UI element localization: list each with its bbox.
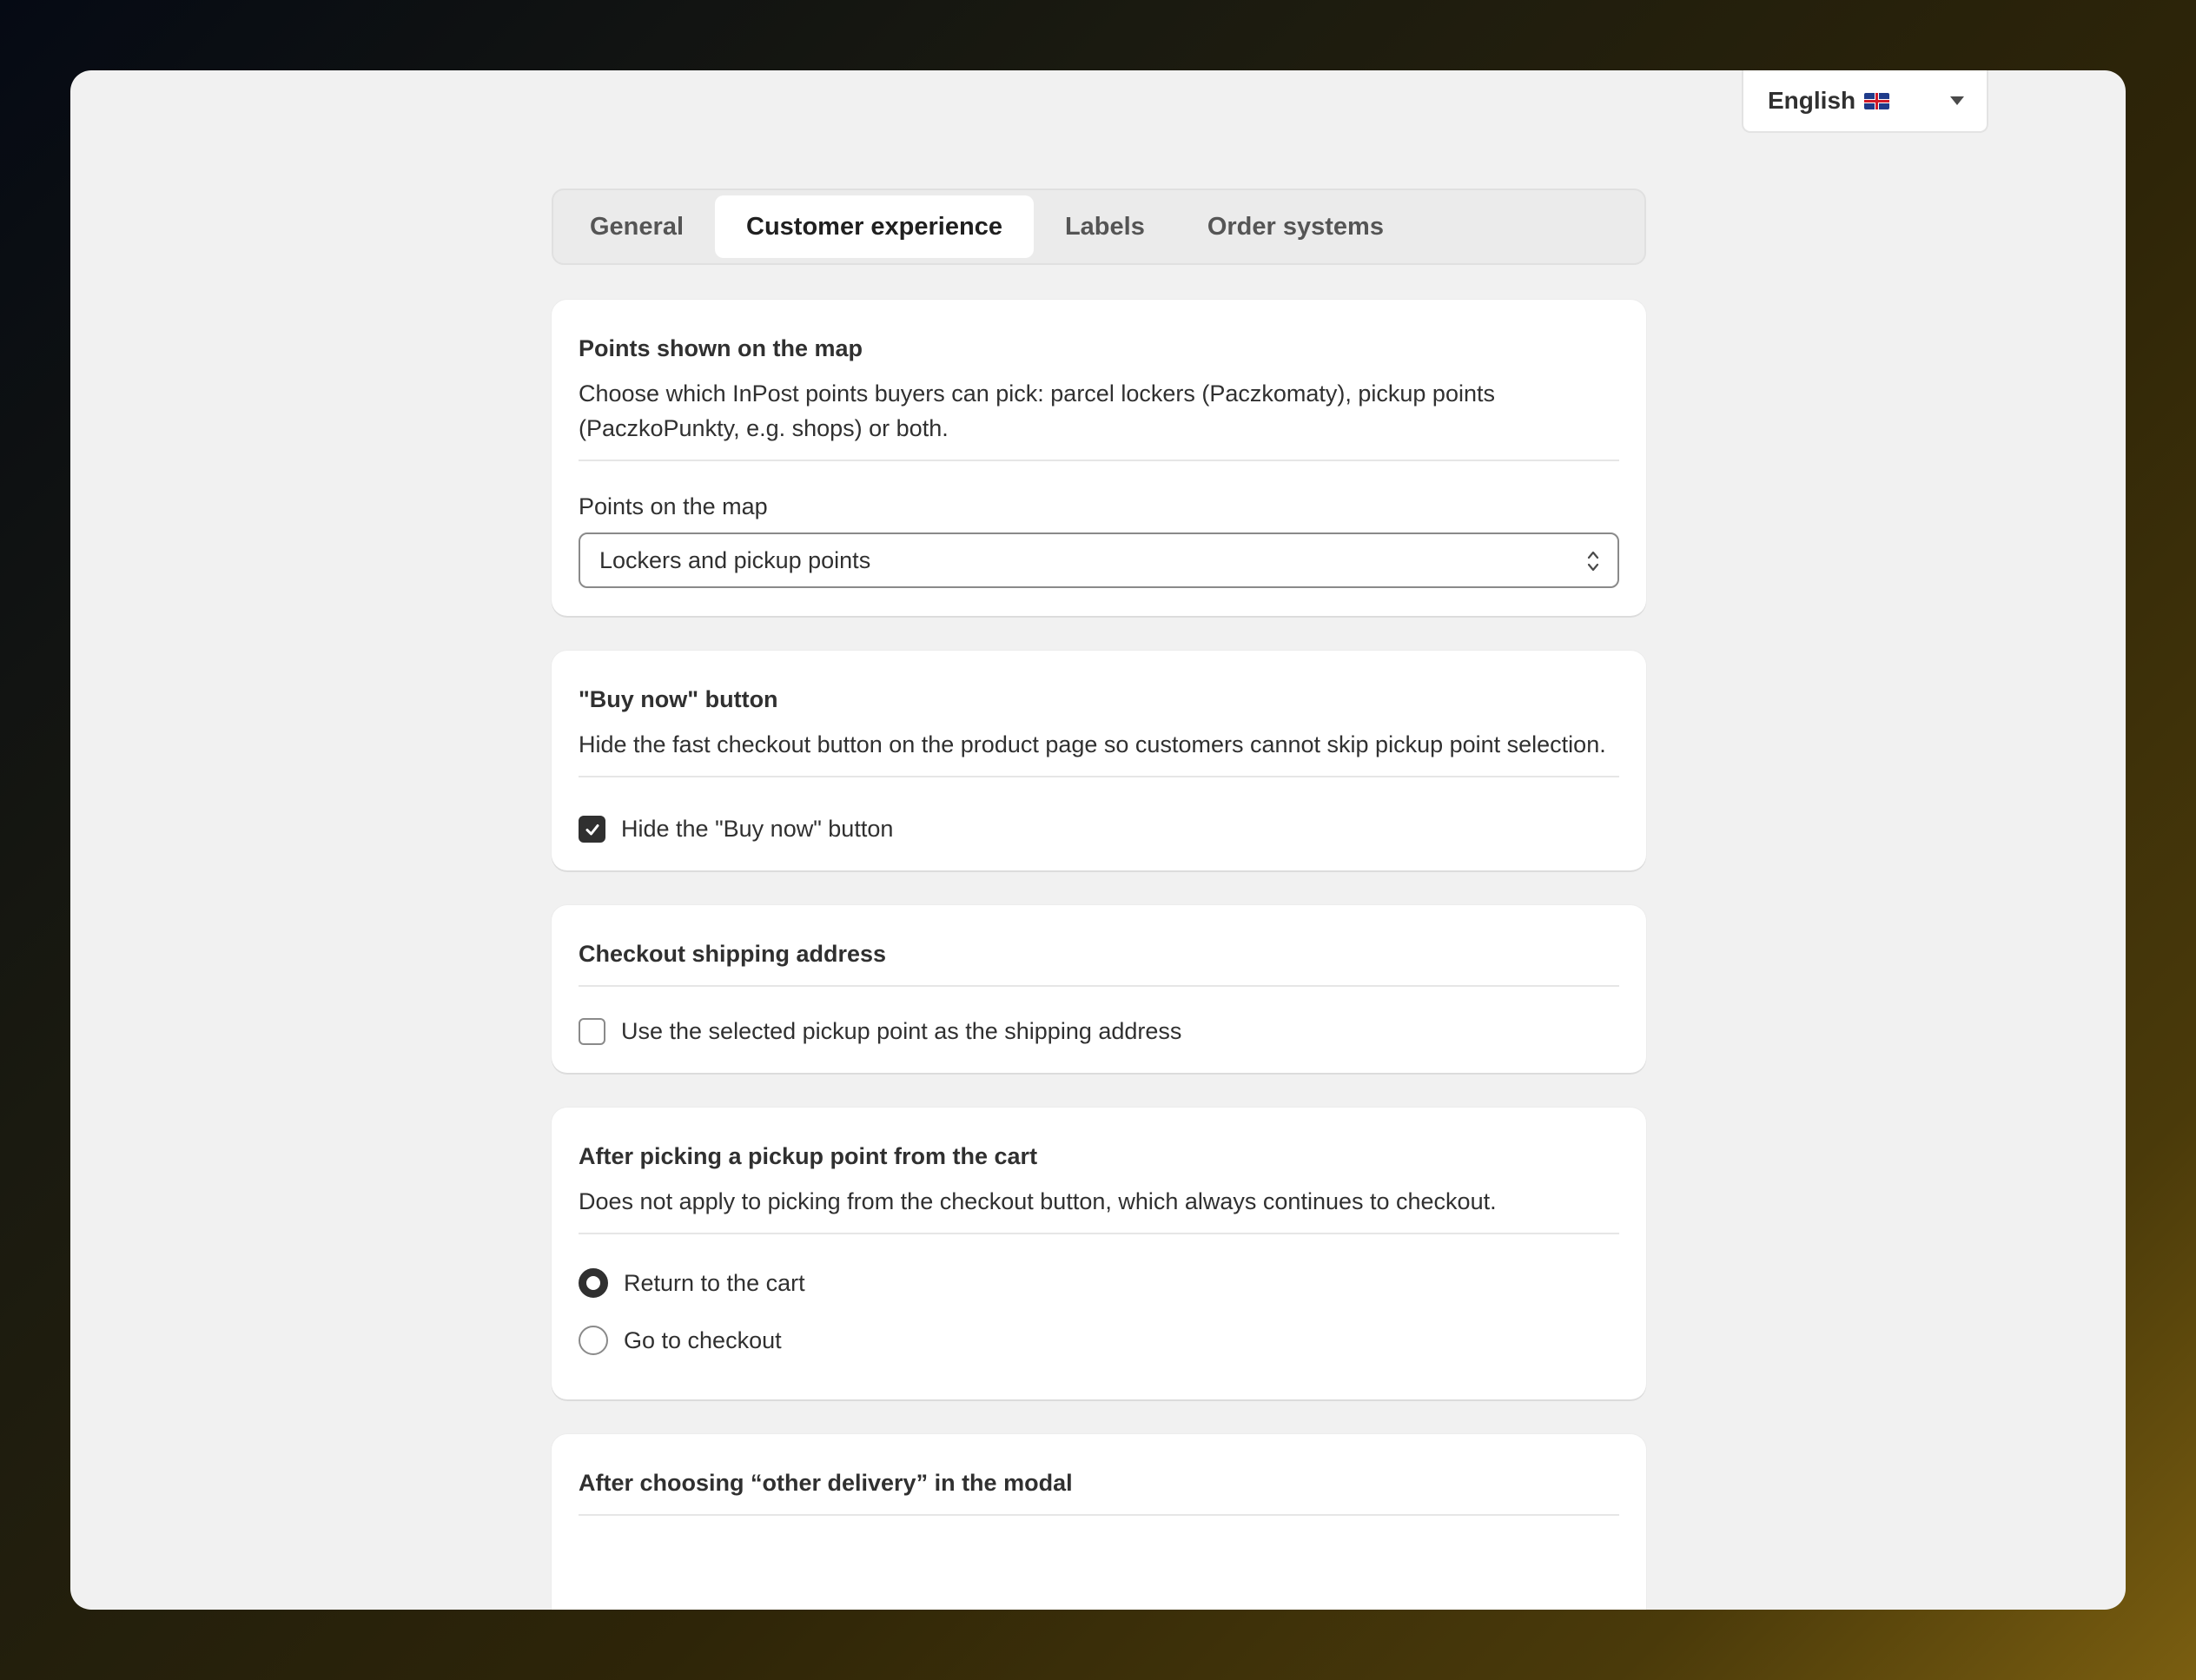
- select-arrows-icon: [1587, 551, 1599, 572]
- language-label: English: [1768, 87, 1856, 114]
- card-description: Choose which InPost points buyers can pi…: [579, 380, 1495, 441]
- points-field-label: Points on the map: [579, 493, 768, 519]
- return-to-cart-option[interactable]: Return to the cart: [579, 1267, 1619, 1299]
- select-value: Lockers and pickup points: [599, 546, 871, 573]
- go-to-checkout-radio[interactable]: [579, 1326, 608, 1355]
- divider: [579, 1233, 1619, 1234]
- radio-label: Go to checkout: [624, 1326, 782, 1353]
- use-pickup-address-option[interactable]: Use the selected pickup point as the shi…: [579, 1018, 1619, 1045]
- hide-buy-now-option[interactable]: Hide the "Buy now" button: [579, 816, 1619, 843]
- app-window: English General Customer experience Labe…: [70, 70, 2126, 1610]
- card-title: "Buy now" button: [579, 686, 778, 712]
- tab-labels[interactable]: Labels: [1034, 195, 1176, 258]
- card-title: After picking a pickup point from the ca…: [579, 1143, 1038, 1169]
- card-title: After choosing “other delivery” in the m…: [579, 1470, 1073, 1496]
- uk-flag-icon: [1864, 92, 1890, 109]
- points-on-map-card: Points shown on the map Choose which InP…: [552, 300, 1646, 616]
- card-description: Hide the fast checkout button on the pro…: [579, 731, 1606, 757]
- radio-label: Return to the cart: [624, 1269, 805, 1296]
- card-title: Checkout shipping address: [579, 941, 887, 967]
- divider: [579, 985, 1619, 987]
- buy-now-card: "Buy now" button Hide the fast checkout …: [552, 651, 1646, 870]
- divider: [579, 460, 1619, 461]
- checkmark-icon: [585, 823, 599, 835]
- tab-bar: General Customer experience Labels Order…: [552, 189, 1646, 265]
- tab-order-systems[interactable]: Order systems: [1176, 195, 1415, 258]
- other-delivery-card: After choosing “other delivery” in the m…: [552, 1434, 1646, 1610]
- go-to-checkout-option[interactable]: Go to checkout: [579, 1325, 1619, 1356]
- hide-buy-now-checkbox[interactable]: [579, 816, 605, 843]
- checkout-shipping-card: Checkout shipping address Use the select…: [552, 905, 1646, 1073]
- language-select[interactable]: English: [1742, 70, 1988, 133]
- points-on-map-select[interactable]: Lockers and pickup points: [579, 532, 1619, 588]
- card-description: Does not apply to picking from the check…: [579, 1188, 1497, 1214]
- card-title: Points shown on the map: [579, 335, 863, 361]
- tab-general[interactable]: General: [559, 195, 715, 258]
- settings-content: General Customer experience Labels Order…: [552, 189, 1646, 1610]
- chevron-down-icon: [1950, 96, 1964, 105]
- return-to-cart-radio[interactable]: [579, 1268, 608, 1298]
- after-picking-card: After picking a pickup point from the ca…: [552, 1108, 1646, 1399]
- checkbox-label: Use the selected pickup point as the shi…: [621, 1018, 1182, 1044]
- tab-customer-experience[interactable]: Customer experience: [715, 195, 1034, 258]
- checkbox-label: Hide the "Buy now" button: [621, 816, 894, 842]
- divider: [579, 776, 1619, 777]
- use-pickup-address-checkbox[interactable]: [579, 1018, 605, 1045]
